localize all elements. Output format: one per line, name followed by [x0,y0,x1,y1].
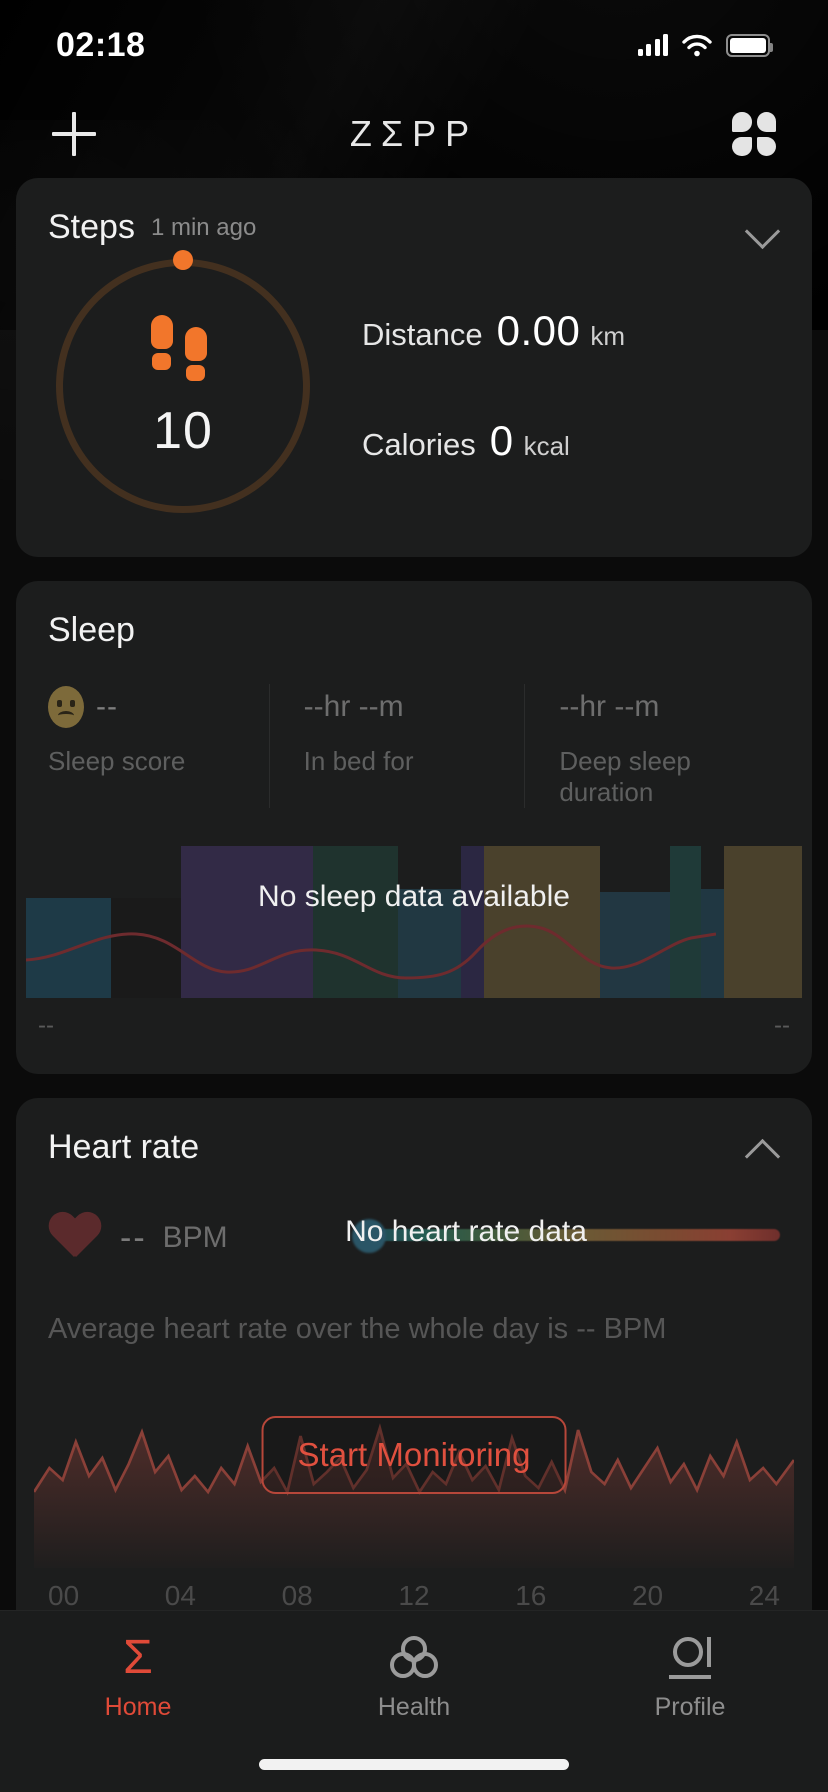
heart-rate-chart: Start Monitoring [32,1372,796,1568]
tab-health-label: Health [377,1693,451,1721]
app-header: ZΣPP [0,90,828,178]
heart-rate-card[interactable]: Heart rate -- BPM No heart rate data Ave… [16,1098,812,1656]
calories-value: 0 [489,417,514,464]
steps-title: Steps [48,208,135,246]
hr-axis-tick: 16 [515,1580,547,1611]
plus-icon[interactable] [52,112,96,156]
steps-card[interactable]: Steps 1 min ago 10 Distance 0.00 km Calo… [16,178,812,557]
tab-profile-label: Profile [654,1693,726,1721]
wifi-icon [682,34,712,56]
heart-rate-empty-message: No heart rate data [345,1215,587,1248]
tab-home-label: Home [104,1693,172,1721]
distance-value: 0.00 [496,307,581,354]
sleep-axis-start: -- [38,1012,54,1039]
calories-metric: Calories 0 kcal [362,417,780,465]
sleep-score-stat: -- Sleep score [48,684,269,808]
tab-home[interactable]: Σ Home [0,1631,276,1722]
steps-metrics: Distance 0.00 km Calories 0 kcal [310,289,780,483]
sleep-card-header: Sleep [16,581,812,650]
heart-rate-summary: -- BPM No heart rate data [16,1167,812,1263]
scroll-content[interactable]: Steps 1 min ago 10 Distance 0.00 km Calo… [0,178,828,1792]
sleep-axis: -- -- [16,998,812,1074]
hr-axis-tick: 24 [748,1580,780,1611]
profile-sigma-icon [667,1635,713,1681]
footprints-icon [149,315,217,381]
status-clock: 02:18 [56,25,146,64]
steps-ring-track [56,259,310,513]
status-indicators [637,33,773,57]
start-monitoring-button[interactable]: Start Monitoring [261,1416,567,1494]
in-bed-value: --hr --m [303,690,404,723]
hr-axis-tick: 04 [164,1580,196,1611]
home-indicator [259,1759,569,1770]
tab-profile[interactable]: Profile [552,1635,828,1722]
chevron-down-icon[interactable] [746,211,780,245]
steps-body: 10 Distance 0.00 km Calories 0 kcal [16,247,812,557]
steps-ring-marker [173,250,193,270]
heart-rate-card-header: Heart rate [16,1098,812,1167]
sleep-axis-end: -- [774,1012,790,1039]
steps-card-header: Steps 1 min ago [16,178,812,247]
steps-updated: 1 min ago [150,213,257,241]
distance-label: Distance [362,317,483,352]
chevron-up-icon[interactable] [746,1131,780,1165]
brand-logo: ZΣPP [349,113,479,154]
sad-face-icon [48,686,84,728]
hr-axis-tick: 00 [48,1580,80,1611]
heart-rate-average-text: Average heart rate over the whole day is… [48,1313,667,1345]
in-bed-stat: --hr --m In bed for [268,684,525,808]
heart-rate-unit: BPM [162,1221,228,1254]
sleep-title: Sleep [48,611,135,649]
sleep-empty-message: No sleep data available [258,880,570,913]
sleep-stats: -- Sleep score --hr --m In bed for --hr … [16,650,812,808]
calories-unit: kcal [523,431,570,461]
in-bed-caption: In bed for [303,746,414,776]
calories-label: Calories [362,427,476,462]
app-screen: 02:18 ZΣPP Steps 1 min ago 10 Distance 0… [0,0,828,1792]
sleep-score-caption: Sleep score [48,746,186,776]
sleep-chart: No sleep data available [26,846,802,998]
heart-rate-value: -- [120,1218,147,1257]
deep-sleep-value: --hr --m [559,690,660,723]
sleep-card[interactable]: Sleep -- Sleep score --hr --m In bed for… [16,581,812,1074]
steps-progress-ring: 10 [56,250,310,513]
distance-metric: Distance 0.00 km [362,307,780,355]
distance-unit: km [590,321,626,351]
sleep-score-value: -- [96,690,118,723]
heart-icon [48,1213,102,1263]
battery-icon [726,33,773,57]
cellular-signal-icon [637,34,668,56]
deep-sleep-caption: Deep sleep duration [559,746,691,807]
sigma-home-icon: Σ [123,1631,153,1684]
steps-count: 10 [153,402,213,460]
hr-axis-tick: 20 [631,1580,664,1611]
status-bar: 02:18 [0,0,828,90]
health-rings-icon [390,1635,438,1681]
apps-grid-icon[interactable] [732,112,776,156]
hr-axis-tick: 08 [281,1580,313,1611]
hr-axis-tick: 12 [398,1580,430,1611]
heart-rate-title: Heart rate [48,1128,200,1166]
deep-sleep-stat: --hr --m Deep sleep duration [524,684,780,808]
tab-health[interactable]: Health [276,1635,552,1722]
